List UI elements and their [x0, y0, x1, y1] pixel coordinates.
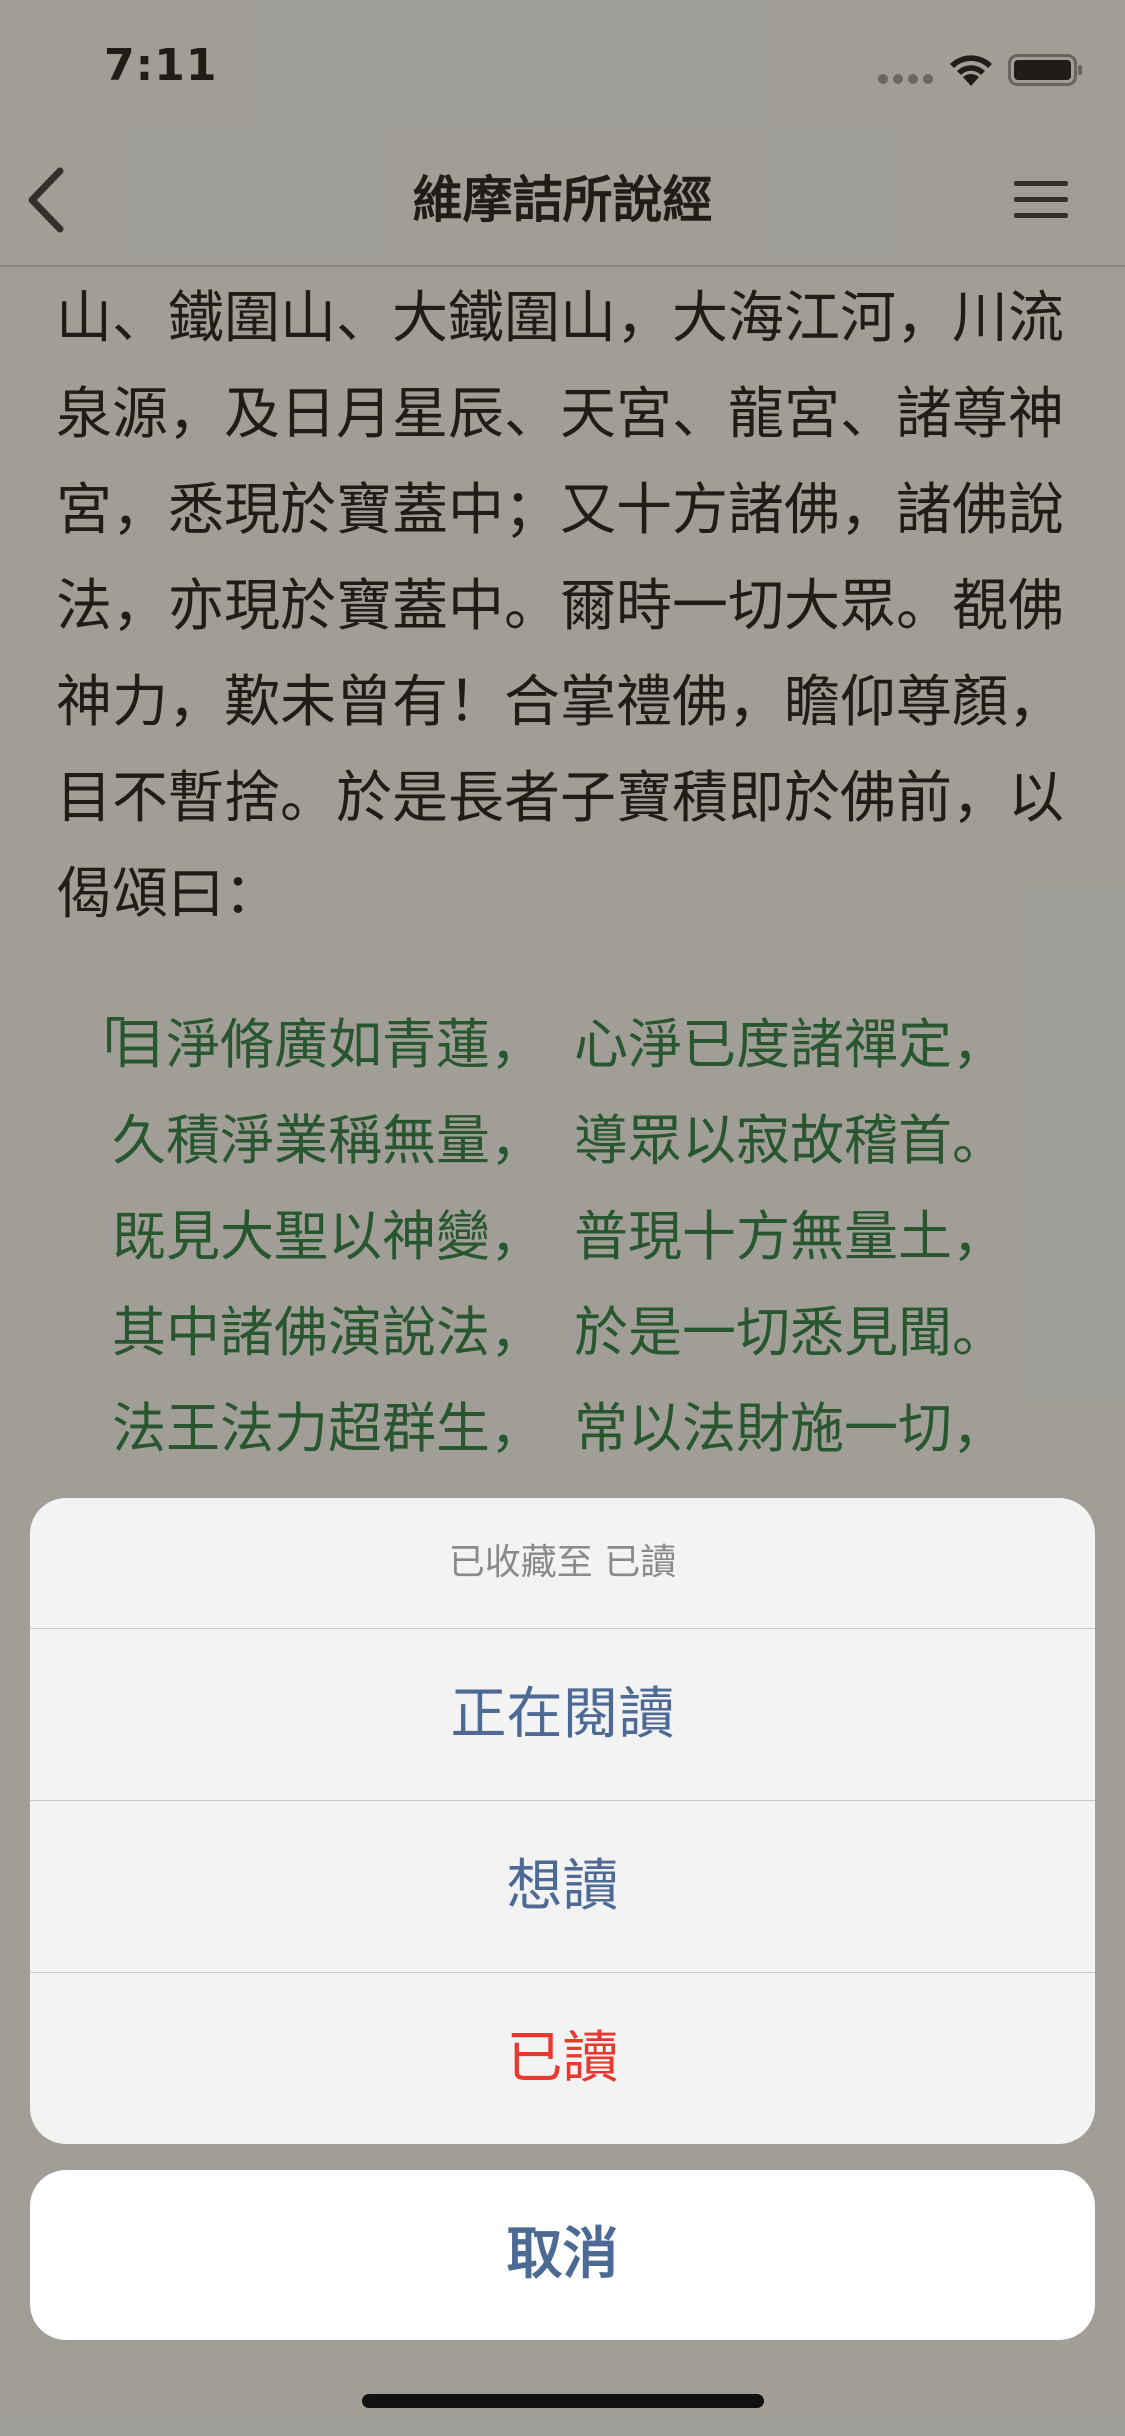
cancel-button[interactable]: 取消 — [30, 2170, 1095, 2340]
option-reading-button[interactable]: 正在閱讀 — [30, 1629, 1095, 1801]
action-sheet: 已收藏至 已讀 正在閱讀 想讀 已讀 — [30, 1498, 1095, 2144]
action-sheet-title: 已收藏至 已讀 — [30, 1498, 1095, 1629]
option-want-to-read-button[interactable]: 想讀 — [30, 1801, 1095, 1973]
home-indicator[interactable] — [362, 2394, 764, 2408]
screen: 7:11 維摩詰所說經 山、鐵圍山、大鐵圍山，大海江河，川流 泉源，及日月星辰、… — [0, 0, 1125, 2436]
option-read-button[interactable]: 已讀 — [30, 1973, 1095, 2144]
